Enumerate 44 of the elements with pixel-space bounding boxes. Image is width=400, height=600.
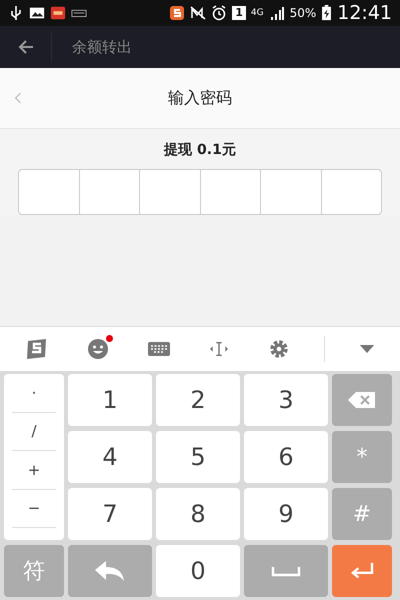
dialog-title: 输入密码 <box>168 88 232 108</box>
network-type: 4G <box>250 8 264 18</box>
cursor-icon <box>208 340 230 358</box>
battery-icon <box>321 5 332 21</box>
symbol-key[interactable]: − <box>12 490 56 528</box>
digit-key[interactable]: 2 <box>156 374 240 426</box>
backspace-key[interactable] <box>332 374 392 426</box>
undo-key[interactable] <box>68 545 152 597</box>
clock: 12:41 <box>337 2 392 24</box>
chevron-left-icon <box>14 92 22 104</box>
symbol-key[interactable]: / <box>12 412 56 451</box>
enter-key[interactable] <box>332 545 392 597</box>
usb-icon <box>8 5 24 21</box>
enter-icon <box>348 561 376 581</box>
notification-dot <box>106 335 113 342</box>
signal-icon <box>268 5 285 21</box>
symbol-key[interactable]: · <box>12 374 56 412</box>
digit-key[interactable]: 3 <box>244 374 328 426</box>
screen-title: 余额转出 <box>72 38 132 56</box>
digit-key[interactable]: 6 <box>244 431 328 483</box>
digit-key[interactable]: 1 <box>68 374 152 426</box>
settings-icon <box>268 338 290 360</box>
backspace-icon <box>347 390 377 410</box>
digit-key[interactable]: 4 <box>68 431 152 483</box>
return-arrow-icon <box>94 559 126 583</box>
symbol-key[interactable]: + <box>12 451 56 490</box>
caret-down-icon <box>358 344 375 354</box>
space-icon <box>271 565 301 577</box>
password-field[interactable] <box>18 169 382 215</box>
digit-key[interactable]: 7 <box>68 488 152 540</box>
battery-percent: 50% <box>290 6 316 20</box>
digit-key[interactable]: 0 <box>156 545 240 597</box>
digit-key[interactable]: 9 <box>244 488 328 540</box>
alarm-icon <box>211 5 228 21</box>
keyboard-icon <box>146 340 171 358</box>
logo-icon <box>24 337 49 361</box>
digit-key[interactable]: 8 <box>156 488 240 540</box>
emoji-icon <box>86 338 109 360</box>
digit-key[interactable]: 5 <box>156 431 240 483</box>
signal-off-icon <box>190 5 206 21</box>
input-method-icon <box>169 5 186 21</box>
sim-indicator: 1 <box>232 6 246 20</box>
image-icon <box>29 5 45 21</box>
app-icon <box>50 5 66 21</box>
